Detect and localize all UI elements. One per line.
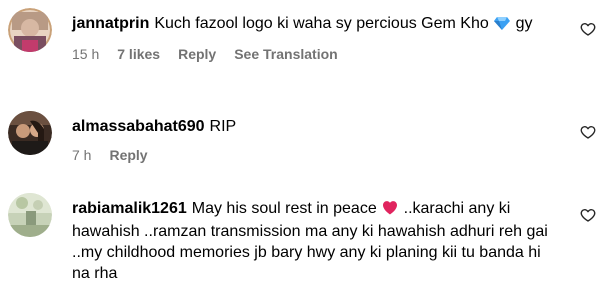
comment-content: Kuch fazool logo ki waha sy percious Gem… bbox=[154, 15, 494, 32]
avatar[interactable] bbox=[8, 111, 52, 155]
avatar[interactable] bbox=[8, 193, 52, 237]
comment-content: RIP bbox=[209, 118, 237, 135]
comment-body: rabiamalik1261 May his soul rest in peace… bbox=[72, 198, 562, 284]
comment-username[interactable]: almassabahat690 bbox=[72, 118, 205, 135]
comment-body: almassabahat690 RIP 7 h Reply bbox=[72, 116, 562, 164]
comment-username[interactable]: rabiamalik1261 bbox=[72, 200, 187, 217]
comment-text: almassabahat690 RIP bbox=[72, 116, 562, 137]
like-heart-icon[interactable] bbox=[580, 124, 596, 140]
reply-button[interactable]: Reply bbox=[178, 46, 216, 62]
red-heart-emoji-icon bbox=[382, 200, 398, 221]
comment-likes-link[interactable]: 7 likes bbox=[117, 46, 160, 62]
comment-text: rabiamalik1261 May his soul rest in peace… bbox=[72, 198, 562, 284]
comment-time: 15 h bbox=[72, 46, 100, 62]
comment-username[interactable]: jannatprin bbox=[72, 15, 149, 32]
like-heart-icon[interactable] bbox=[580, 21, 596, 37]
reply-button[interactable]: Reply bbox=[109, 147, 147, 163]
comment-meta: 7 h Reply bbox=[72, 146, 562, 164]
comment-content-continued: gy bbox=[511, 15, 533, 32]
comment-text: jannatprin Kuch fazool logo ki waha sy pe… bbox=[72, 13, 562, 36]
gem-emoji-icon bbox=[494, 15, 511, 36]
like-heart-icon[interactable] bbox=[580, 207, 596, 223]
comment-content: May his soul rest in peace bbox=[191, 200, 382, 217]
avatar[interactable] bbox=[8, 8, 52, 52]
comment-meta: 15 h 7 likes Reply See Translation bbox=[72, 45, 562, 63]
comment-time: 7 h bbox=[72, 147, 92, 163]
see-translation-button[interactable]: See Translation bbox=[234, 46, 337, 62]
comment-body: jannatprin Kuch fazool logo ki waha sy pe… bbox=[72, 13, 562, 63]
